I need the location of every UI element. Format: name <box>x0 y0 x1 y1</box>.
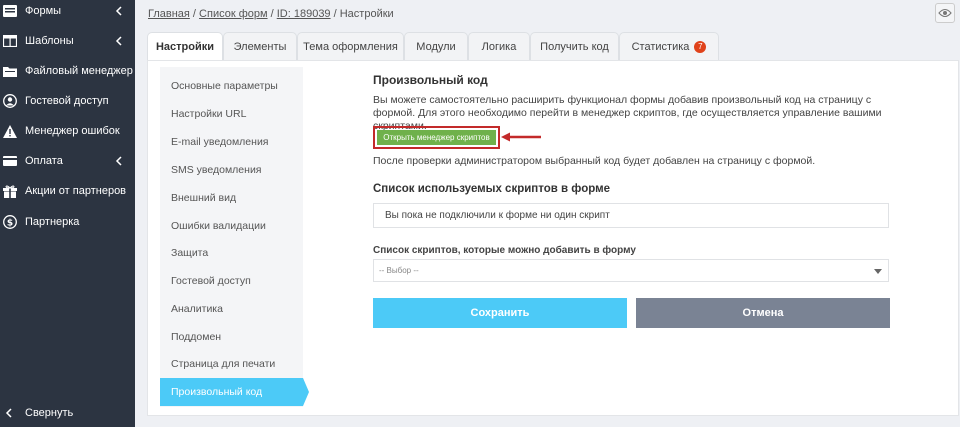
submenu-label: Внешний вид <box>171 192 237 204</box>
no-scripts-message: Вы пока не подключили к форме ни один ск… <box>373 203 889 228</box>
tab-label: Получить код <box>540 40 609 53</box>
forms-icon <box>3 4 17 18</box>
submenu-item-appearance[interactable]: Внешний вид <box>160 184 303 212</box>
arrow-left-icon <box>501 132 541 142</box>
available-scripts-title: Список скриптов, которые можно добавить … <box>373 245 636 256</box>
user-icon <box>3 94 17 108</box>
breadcrumb-separator: / <box>330 8 340 20</box>
save-button[interactable]: Сохранить <box>373 298 627 328</box>
settings-card: Основные параметры Настройки URL E-mail … <box>147 60 959 416</box>
svg-text:$: $ <box>7 219 13 229</box>
chevron-left-icon <box>5 408 12 418</box>
submenu-label: Настройки URL <box>171 108 247 120</box>
settings-submenu: Основные параметры Настройки URL E-mail … <box>160 67 309 407</box>
sidebar-item-error-manager[interactable]: Менеджер ошибок <box>0 116 135 146</box>
tab-modules[interactable]: Модули <box>404 32 468 60</box>
review-note: После проверки администратором выбранный… <box>373 155 816 167</box>
scripts-select[interactable]: -- Выбор -- <box>373 259 889 282</box>
tab-statistics[interactable]: Статистика 7 <box>619 32 719 60</box>
templates-icon <box>3 34 17 48</box>
sidebar: Формы Шаблоны Файловый менеджер Гостевой… <box>0 0 135 427</box>
breadcrumb-current: Настройки <box>339 8 394 20</box>
collapse-label: Свернуть <box>25 407 74 419</box>
sidebar-item-label: Менеджер ошибок <box>25 125 120 137</box>
submenu-item-main-params[interactable]: Основные параметры <box>160 72 303 100</box>
warning-icon <box>3 124 17 138</box>
breadcrumb-home-link[interactable]: Главная <box>148 8 190 20</box>
submenu-item-protection[interactable]: Защита <box>160 239 303 267</box>
submenu-label: Защита <box>171 247 209 259</box>
collapse-sidebar-button[interactable]: Свернуть <box>0 399 135 427</box>
tab-settings[interactable]: Настройки <box>147 32 223 61</box>
tab-elements[interactable]: Элементы <box>223 32 297 60</box>
sidebar-item-affiliate[interactable]: $ Партнерка <box>0 207 135 237</box>
credit-card-icon <box>3 154 17 168</box>
submenu-item-url-settings[interactable]: Настройки URL <box>160 100 303 128</box>
tab-label: Модули <box>416 40 456 53</box>
submenu-item-validation-errors[interactable]: Ошибки валидации <box>160 212 303 240</box>
highlight-box: Открыть менеджер скриптов <box>373 126 500 149</box>
eye-icon <box>938 8 952 18</box>
tab-get-code[interactable]: Получить код <box>530 32 619 60</box>
topbar: Главная / Список форм / ID: 189039 / Нас… <box>135 0 960 28</box>
sidebar-item-forms[interactable]: Формы <box>0 0 135 26</box>
sidebar-item-label: Акции от партнеров <box>25 185 127 197</box>
breadcrumb-separator: / <box>267 8 277 20</box>
submenu-label: SMS уведомления <box>171 164 262 176</box>
submenu-item-custom-code[interactable]: Произвольный код <box>160 378 309 406</box>
gift-icon <box>3 184 17 198</box>
submenu-label: E-mail уведомления <box>171 136 269 148</box>
breadcrumb-form-id-link[interactable]: ID: 189039 <box>277 8 331 20</box>
chevron-left-icon <box>115 156 122 166</box>
sidebar-item-guest-access[interactable]: Гостевой доступ <box>0 86 135 116</box>
sidebar-item-label: Шаблоны <box>25 35 74 47</box>
caret-down-icon <box>874 269 882 274</box>
submenu-label: Аналитика <box>171 303 223 315</box>
tab-label: Логика <box>481 40 517 53</box>
submenu-item-sms-notifications[interactable]: SMS уведомления <box>160 156 303 184</box>
sidebar-item-label: Файловый менеджер <box>25 65 133 77</box>
sidebar-item-label: Оплата <box>25 155 63 167</box>
preview-button[interactable] <box>935 3 955 23</box>
sidebar-item-label: Гостевой доступ <box>25 95 109 107</box>
submenu-item-guest-access[interactable]: Гостевой доступ <box>160 267 303 295</box>
sidebar-item-label: Формы <box>25 5 62 17</box>
section-title: Произвольный код <box>373 73 488 87</box>
tab-logic[interactable]: Логика <box>468 32 530 60</box>
submenu-label: Основные параметры <box>171 80 278 92</box>
submenu-label: Поддомен <box>171 331 222 343</box>
open-script-manager-button[interactable]: Открыть менеджер скриптов <box>377 130 496 145</box>
tab-label: Настройки <box>155 41 215 53</box>
breadcrumb: Главная / Список форм / ID: 189039 / Нас… <box>148 8 394 20</box>
tab-theme[interactable]: Тема оформления <box>297 32 404 60</box>
notification-badge: 7 <box>694 40 707 53</box>
submenu-label: Гостевой доступ <box>171 275 251 287</box>
submenu-label: Произвольный код <box>171 386 263 398</box>
folder-icon <box>3 64 17 78</box>
cancel-button[interactable]: Отмена <box>636 298 890 328</box>
submenu-item-print-page[interactable]: Страница для печати <box>160 350 303 378</box>
sidebar-item-payment[interactable]: Оплата <box>0 146 135 176</box>
chevron-left-icon <box>115 36 122 46</box>
sidebar-item-partner-promotions[interactable]: Акции от партнеров <box>0 176 135 206</box>
breadcrumb-separator: / <box>189 8 200 20</box>
submenu-label: Ошибки валидации <box>171 220 266 232</box>
no-scripts-text: Вы пока не подключили к форме ни один ск… <box>385 210 610 221</box>
sidebar-item-file-manager[interactable]: Файловый менеджер <box>0 56 135 86</box>
tab-label: Тема оформления <box>303 40 398 53</box>
tab-label: Элементы <box>233 40 287 53</box>
tab-label: Статистика <box>631 40 690 53</box>
submenu-label: Страница для печати <box>171 358 276 370</box>
breadcrumb-forms-link[interactable]: Список форм <box>199 8 268 20</box>
select-value: -- Выбор -- <box>379 266 419 275</box>
sidebar-item-label: Партнерка <box>25 216 80 228</box>
submenu-item-subdomain[interactable]: Поддомен <box>160 323 303 351</box>
submenu-item-email-notifications[interactable]: E-mail уведомления <box>160 128 303 156</box>
sidebar-item-templates[interactable]: Шаблоны <box>0 26 135 56</box>
chevron-left-icon <box>115 6 122 16</box>
submenu-item-analytics[interactable]: Аналитика <box>160 295 303 323</box>
used-scripts-title: Список используемых скриптов в форме <box>373 183 610 195</box>
dollar-icon: $ <box>3 215 17 229</box>
